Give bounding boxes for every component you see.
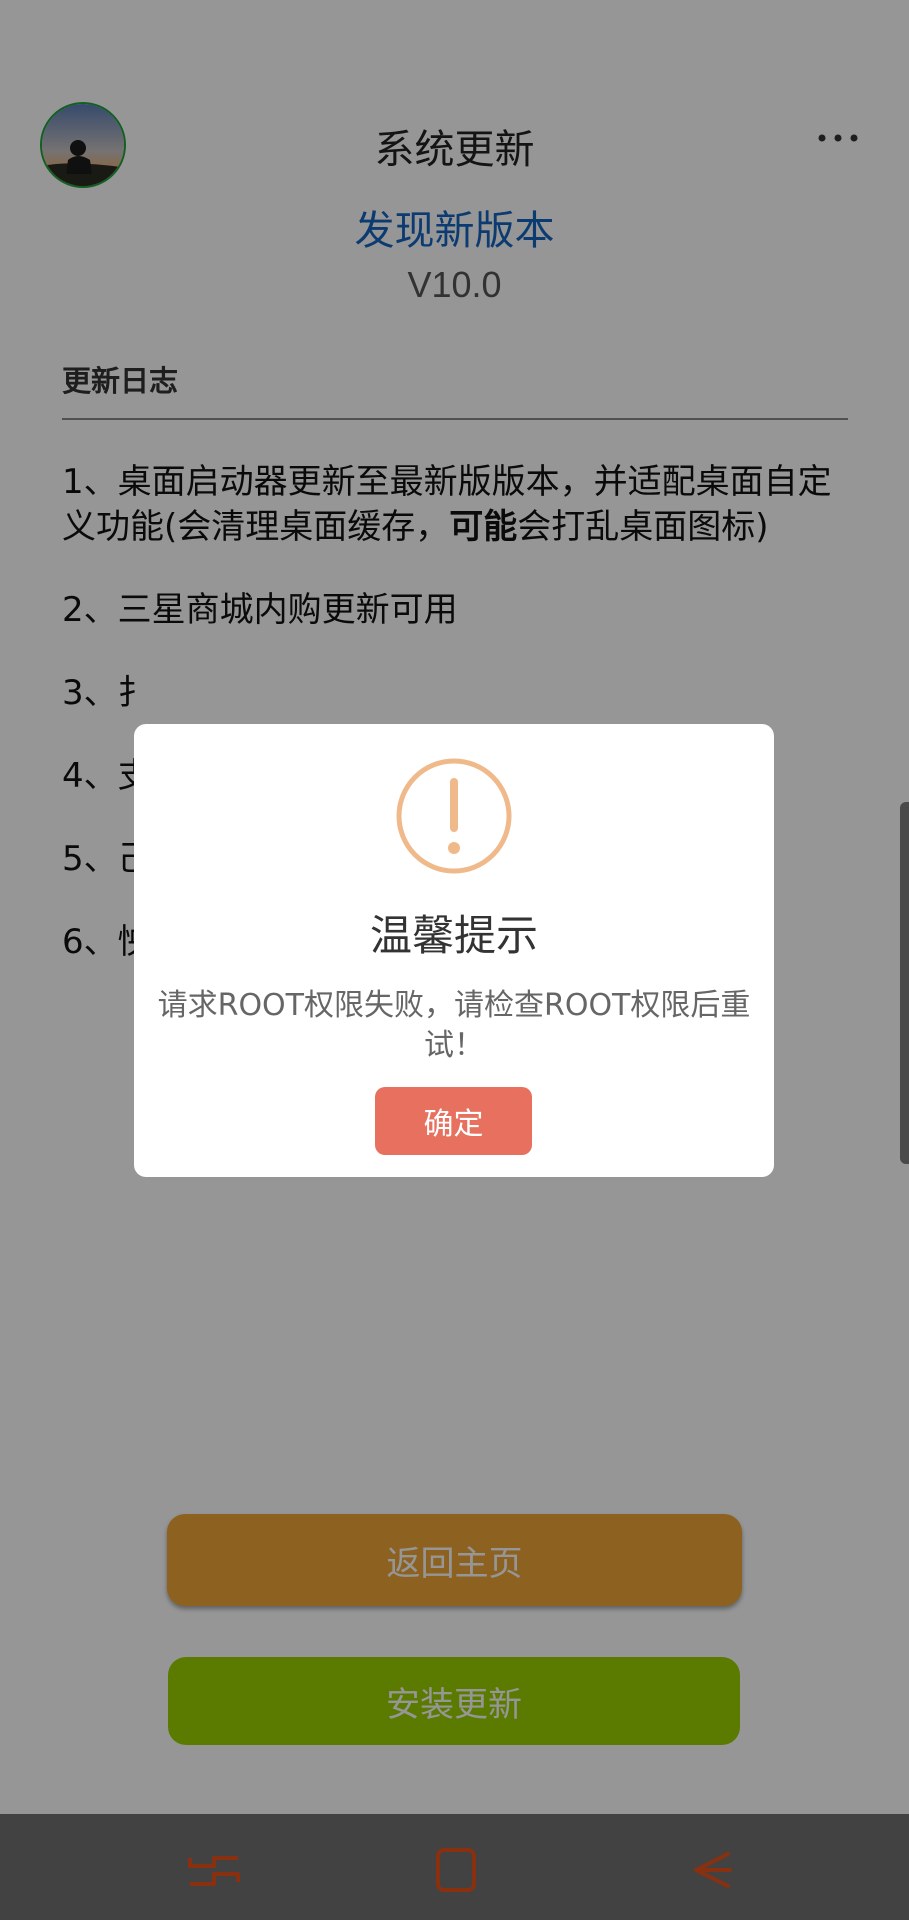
warning-icon [396,758,512,874]
edge-panel-handle[interactable] [900,802,909,1164]
confirm-button[interactable]: 确定 [375,1087,532,1155]
alert-dialog: 温馨提示 请求ROOT权限失败，请检查ROOT权限后重试！ 确定 [134,724,774,1177]
dialog-message: 请求ROOT权限失败，请检查ROOT权限后重试！ [157,988,751,1063]
dialog-title: 温馨提示 [369,911,538,960]
